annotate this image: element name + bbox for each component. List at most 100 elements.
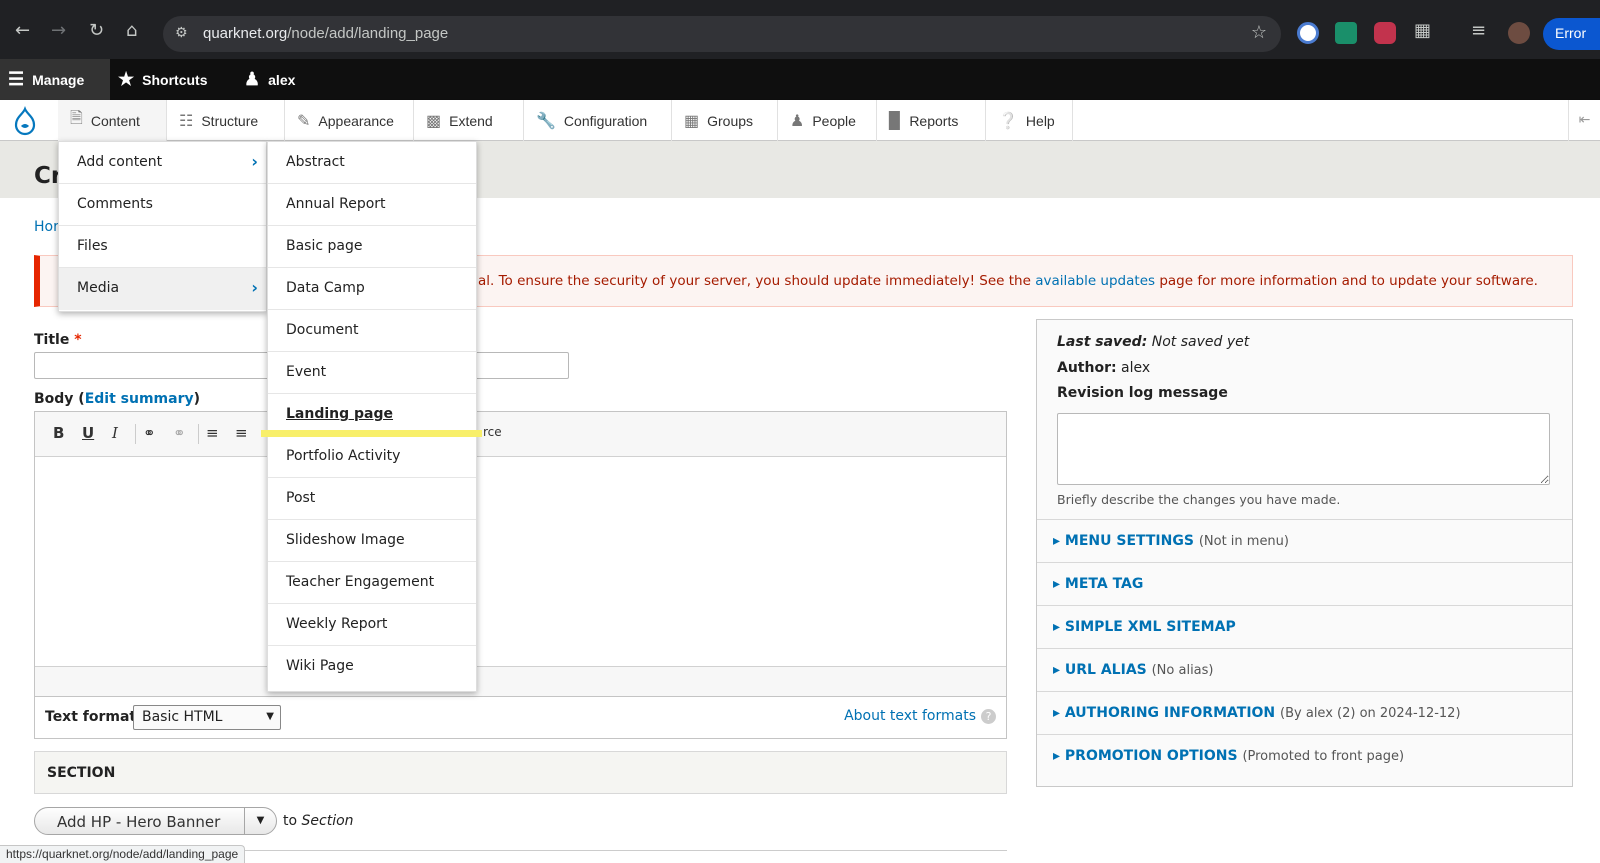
reload-icon[interactable]: ↻ [89, 22, 104, 40]
menu-label: Structure [201, 112, 259, 129]
menu-label: Content [90, 112, 140, 129]
menu-item-media[interactable]: Media › [59, 268, 266, 310]
sitemap-icon: ☷ [179, 112, 194, 130]
user-button[interactable]: ♟ alex [244, 59, 295, 100]
extension-icon[interactable] [1297, 22, 1319, 44]
menu-configuration[interactable]: 🔧 Configuration [524, 100, 672, 141]
menu-reports[interactable]: ▉ Reports [877, 100, 986, 141]
extensions-puzzle-icon[interactable]: ▦ [1414, 22, 1431, 40]
revision-log-textarea[interactable] [1057, 413, 1550, 485]
entity-meta-sidebar: Last saved: Not saved yet Author: alex R… [1036, 319, 1573, 787]
shortcuts-button[interactable]: ★ Shortcuts [118, 59, 207, 100]
accordion-simple-xml-sitemap[interactable]: ▸ SIMPLE XML SITEMAP [1037, 605, 1572, 648]
extension-icon[interactable] [1335, 22, 1357, 44]
admin-menu-tray: 🗎 Content ☷ Structure ✎ Appearance ▩ Extend … [0, 100, 1600, 141]
available-updates-link[interactable]: available updates [1035, 273, 1155, 289]
accordion-promotion-options[interactable]: ▸ PROMOTION OPTIONS (Promoted to front p… [1037, 734, 1572, 777]
manage-button[interactable]: ☰ Manage [0, 59, 110, 100]
chevron-down-icon: ▼ [266, 711, 274, 722]
edit-summary-link[interactable]: Edit summary [85, 391, 194, 407]
numbered-list-icon[interactable]: ≡ [235, 424, 248, 442]
menu-item-post[interactable]: Post [268, 478, 476, 520]
revision-log-description: Briefly describe the changes you have ma… [1057, 492, 1341, 507]
add-hero-banner-button[interactable]: Add HP - Hero Banner ▼ [34, 807, 277, 835]
profile-avatar[interactable] [1508, 22, 1530, 44]
menu-label: Configuration [563, 112, 648, 129]
menu-item-document[interactable]: Document [268, 310, 476, 352]
about-text-formats-link[interactable]: About text formats [844, 708, 976, 724]
author-value: alex [1121, 360, 1151, 376]
chevron-down-icon[interactable]: ▼ [244, 808, 276, 834]
menu-item-weekly-report[interactable]: Weekly Report [268, 604, 476, 646]
menu-item-basic-page[interactable]: Basic page [268, 226, 476, 268]
source-button[interactable]: rce [483, 425, 502, 439]
menu-groups[interactable]: ▦ Groups [672, 100, 778, 141]
menu-item-slideshow-image[interactable]: Slideshow Image [268, 520, 476, 562]
menu-content[interactable]: 🗎 Content [58, 100, 167, 141]
menu-help[interactable]: ❔ Help [986, 100, 1073, 141]
bookmark-star-icon[interactable]: ☆ [1251, 22, 1267, 43]
accordion-url-alias[interactable]: ▸ URL ALIAS (No alias) [1037, 648, 1572, 691]
accordion-meta-tag[interactable]: ▸ META TAG [1037, 562, 1572, 605]
add-content-submenu: Abstract Annual Report Basic page Data C… [267, 141, 477, 692]
manage-label: Manage [32, 71, 85, 88]
menu-structure[interactable]: ☷ Structure [167, 100, 285, 141]
forward-icon[interactable]: → [51, 22, 66, 40]
media-queue-icon[interactable]: ≡ [1471, 22, 1486, 40]
to-section-text: to Section [283, 813, 354, 829]
required-marker: * [74, 332, 82, 348]
body-editor[interactable]: B U I ⚭ ⚭ ≡ ≡ rce [34, 411, 1007, 697]
editor-toolbar: B U I ⚭ ⚭ ≡ ≡ rce [35, 412, 1006, 457]
browser-toolbar: ← → ↻ ⌂ ⚙ quarknet.org/node/add/landing_… [0, 0, 1600, 59]
accordion-authoring-information[interactable]: ▸ AUTHORING INFORMATION (By alex (2) on … [1037, 691, 1572, 734]
collapse-tray-icon[interactable]: ⇤ [1568, 100, 1600, 141]
link-preview-status: https://quarknet.org/node/add/landing_pa… [0, 845, 246, 863]
drupal-logo[interactable] [10, 106, 40, 136]
question-icon[interactable]: ? [981, 709, 996, 724]
text-format-row: Text format Basic HTML ▼ About text forma… [34, 697, 1007, 739]
bulleted-list-icon[interactable]: ≡ [206, 424, 219, 442]
url-text[interactable]: quarknet.org/node/add/landing_page [203, 25, 448, 42]
unlink-icon[interactable]: ⚭ [173, 424, 186, 442]
brush-icon: ✎ [297, 112, 311, 130]
text-format-value: Basic HTML [142, 709, 223, 725]
menu-item-data-camp[interactable]: Data Camp [268, 268, 476, 310]
breadcrumb[interactable]: Hor [34, 219, 59, 235]
star-icon: ★ [118, 69, 135, 89]
menu-item-wiki-page[interactable]: Wiki Page [268, 646, 476, 688]
profile-error-button[interactable]: Error [1543, 18, 1600, 50]
accordion-summary: (No alias) [1151, 663, 1214, 678]
link-icon[interactable]: ⚭ [143, 424, 156, 442]
accordion-summary: (Promoted to front page) [1242, 749, 1405, 764]
menu-people[interactable]: ♟ People [778, 100, 877, 141]
extension-icon[interactable] [1374, 22, 1396, 44]
menu-item-event[interactable]: Event [268, 352, 476, 394]
message-body: al. To ensure the security of your serve… [478, 273, 1036, 289]
home-icon[interactable]: ⌂ [126, 22, 137, 40]
menu-item-portfolio-activity[interactable]: Portfolio Activity [268, 436, 476, 478]
last-saved: Last saved: Not saved yet [1057, 334, 1250, 350]
menu-extend[interactable]: ▩ Extend [414, 100, 524, 141]
underline-button[interactable]: U [82, 424, 94, 442]
menu-item-abstract[interactable]: Abstract [268, 142, 476, 184]
back-icon[interactable]: ← [15, 22, 30, 40]
author: Author: alex [1057, 360, 1151, 376]
italic-button[interactable]: I [112, 424, 118, 442]
menu-item-files[interactable]: Files [59, 226, 266, 268]
bold-button[interactable]: B [53, 424, 64, 442]
user-icon: ♟ [244, 69, 261, 89]
wrench-icon: 🔧 [536, 112, 556, 130]
menu-item-annual-report[interactable]: Annual Report [268, 184, 476, 226]
address-bar[interactable]: ⚙ quarknet.org/node/add/landing_page ☆ [163, 16, 1281, 52]
text-format-select[interactable]: Basic HTML ▼ [133, 705, 281, 730]
accordion-menu-settings[interactable]: ▸ MENU SETTINGS (Not in menu) [1037, 519, 1572, 562]
menu-item-comments[interactable]: Comments [59, 184, 266, 226]
site-settings-icon[interactable]: ⚙ [175, 25, 188, 41]
menu-item-teacher-engagement[interactable]: Teacher Engagement [268, 562, 476, 604]
chevron-right-icon: › [251, 152, 258, 171]
menu-item-add-content[interactable]: Add content › [59, 142, 266, 184]
hamburger-icon: ☰ [8, 69, 25, 89]
title-label: Title * [34, 332, 82, 348]
menu-appearance[interactable]: ✎ Appearance [285, 100, 414, 141]
text-format-label: Text format [45, 709, 137, 725]
